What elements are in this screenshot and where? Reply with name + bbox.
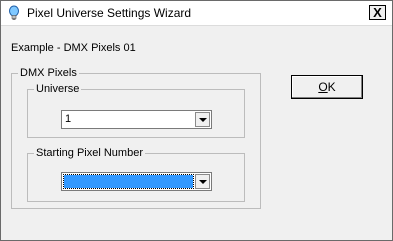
ok-button[interactable]: OK [291, 75, 363, 99]
universe-select[interactable]: 1 [61, 110, 212, 129]
title-bar: Pixel Universe Settings Wizard X [1, 1, 392, 26]
universe-legend: Universe [34, 83, 82, 95]
dmx-pixels-group: DMX Pixels Universe 1 Starting Pixel Num… [11, 67, 261, 209]
universe-group: Universe 1 [27, 83, 245, 138]
dmx-pixels-legend: DMX Pixels [18, 67, 79, 79]
ok-label-rest: K [327, 80, 336, 94]
lightbulb-icon [9, 5, 19, 20]
ok-label-mnemonic: O [318, 80, 328, 94]
starting-pixel-dropdown-button[interactable] [195, 174, 210, 189]
starting-pixel-legend: Starting Pixel Number [34, 147, 145, 159]
window-title: Pixel Universe Settings Wizard [27, 6, 192, 20]
starting-pixel-value [63, 174, 194, 189]
starting-pixel-group: Starting Pixel Number [27, 147, 245, 202]
chevron-down-icon [199, 180, 207, 184]
close-button[interactable]: X [369, 5, 386, 20]
universe-value: 1 [65, 113, 72, 125]
wizard-window: Pixel Universe Settings Wizard X Example… [0, 0, 393, 241]
starting-pixel-select[interactable] [61, 172, 212, 191]
chevron-down-icon [199, 118, 207, 122]
example-label: Example - DMX Pixels 01 [11, 42, 136, 54]
universe-dropdown-button[interactable] [195, 112, 210, 127]
